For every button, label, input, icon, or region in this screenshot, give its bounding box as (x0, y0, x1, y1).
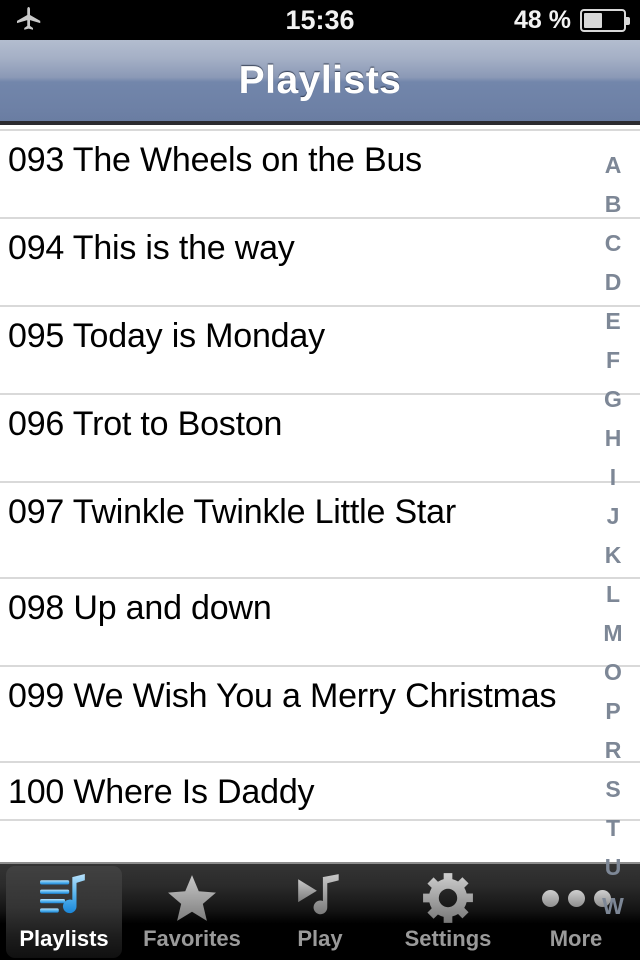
alphabet-index-bar[interactable]: ABCDEFGHIJKLMOPRSTUW (586, 129, 640, 919)
tab-label: Playlists (19, 926, 109, 951)
status-time: 15:36 (285, 4, 355, 35)
tab-play[interactable]: Play (256, 864, 384, 960)
gear-icon (417, 872, 479, 924)
index-letter-a[interactable]: A (586, 146, 640, 185)
index-letter-p[interactable]: P (586, 692, 640, 731)
playlist-row-label: 099 We Wish You a Merry Christmas (8, 677, 557, 715)
index-letter-e[interactable]: E (586, 302, 640, 341)
playlist-row-label: 095 Today is Monday (8, 317, 325, 355)
playlist-row[interactable]: 094 This is the way (0, 217, 640, 305)
battery-percent-label: 48 % (514, 5, 571, 34)
status-bar-right: 48 % (446, 5, 630, 35)
tab-label: Favorites (143, 926, 241, 951)
index-letter-w[interactable]: W (586, 887, 640, 926)
index-letter-b[interactable]: B (586, 185, 640, 224)
index-letter-m[interactable]: M (586, 614, 640, 653)
tab-playlists[interactable]: Playlists (0, 864, 128, 960)
playlist-row-label: 094 This is the way (8, 229, 295, 267)
playlist-row-label: 097 Twinkle Twinkle Little Star (8, 493, 457, 531)
airplane-icon (17, 6, 41, 30)
tab-label: Settings (404, 926, 492, 951)
index-letter-u[interactable]: U (586, 848, 640, 887)
playlist-row-label: 093 The Wheels on the Bus (8, 141, 422, 179)
status-bar: 15:36 48 % (0, 0, 640, 40)
index-letter-o[interactable]: O (586, 653, 640, 692)
playlist-row[interactable]: 099 We Wish You a Merry Christmas (0, 665, 640, 761)
tab-label: More (549, 926, 603, 951)
tab-label: Play (297, 926, 343, 951)
tab-settings[interactable]: Settings (384, 864, 512, 960)
index-letter-k[interactable]: K (586, 536, 640, 575)
battery-icon (580, 8, 630, 32)
play-note-icon (289, 872, 351, 924)
playlist-list[interactable]: 093 The Wheels on the Bus 094 This is the… (0, 129, 640, 862)
tab-bar: Playlists Favorites Play Settings More (0, 862, 640, 960)
index-letter-r[interactable]: R (586, 731, 640, 770)
page-title: Playlists (238, 58, 402, 102)
playlist-row[interactable]: 097 Twinkle Twinkle Little Star (0, 481, 640, 577)
tab-favorites[interactable]: Favorites (128, 864, 256, 960)
playlist-row[interactable]: 093 The Wheels on the Bus (0, 129, 640, 217)
index-letter-c[interactable]: C (586, 224, 640, 263)
index-letter-j[interactable]: J (586, 497, 640, 536)
playlist-note-icon (33, 872, 95, 924)
playlist-row[interactable]: 095 Today is Monday (0, 305, 640, 393)
playlist-table: 093 The Wheels on the Bus 094 This is the… (0, 129, 640, 821)
star-icon (161, 872, 223, 924)
index-letter-i[interactable]: I (586, 458, 640, 497)
index-letter-d[interactable]: D (586, 263, 640, 302)
playlist-row-label: 100 Where Is Daddy (8, 773, 315, 811)
navigation-bar: Playlists (0, 40, 640, 125)
index-letter-l[interactable]: L (586, 575, 640, 614)
playlist-row[interactable]: 098 Up and down (0, 577, 640, 665)
playlist-row[interactable]: 096 Trot to Boston (0, 393, 640, 481)
playlist-row-label: 098 Up and down (8, 589, 272, 627)
index-letter-f[interactable]: F (586, 341, 640, 380)
battery-fill (584, 12, 603, 28)
playlist-row-label: 096 Trot to Boston (8, 405, 283, 443)
playlist-row[interactable]: 100 Where Is Daddy (0, 761, 640, 821)
status-bar-left (14, 5, 194, 35)
index-letter-s[interactable]: S (586, 770, 640, 809)
index-letter-t[interactable]: T (586, 809, 640, 848)
index-letter-g[interactable]: G (586, 380, 640, 419)
index-letter-h[interactable]: H (586, 419, 640, 458)
phone-screen: 15:36 48 % Playlists 093 The Wheels on t… (0, 0, 640, 960)
